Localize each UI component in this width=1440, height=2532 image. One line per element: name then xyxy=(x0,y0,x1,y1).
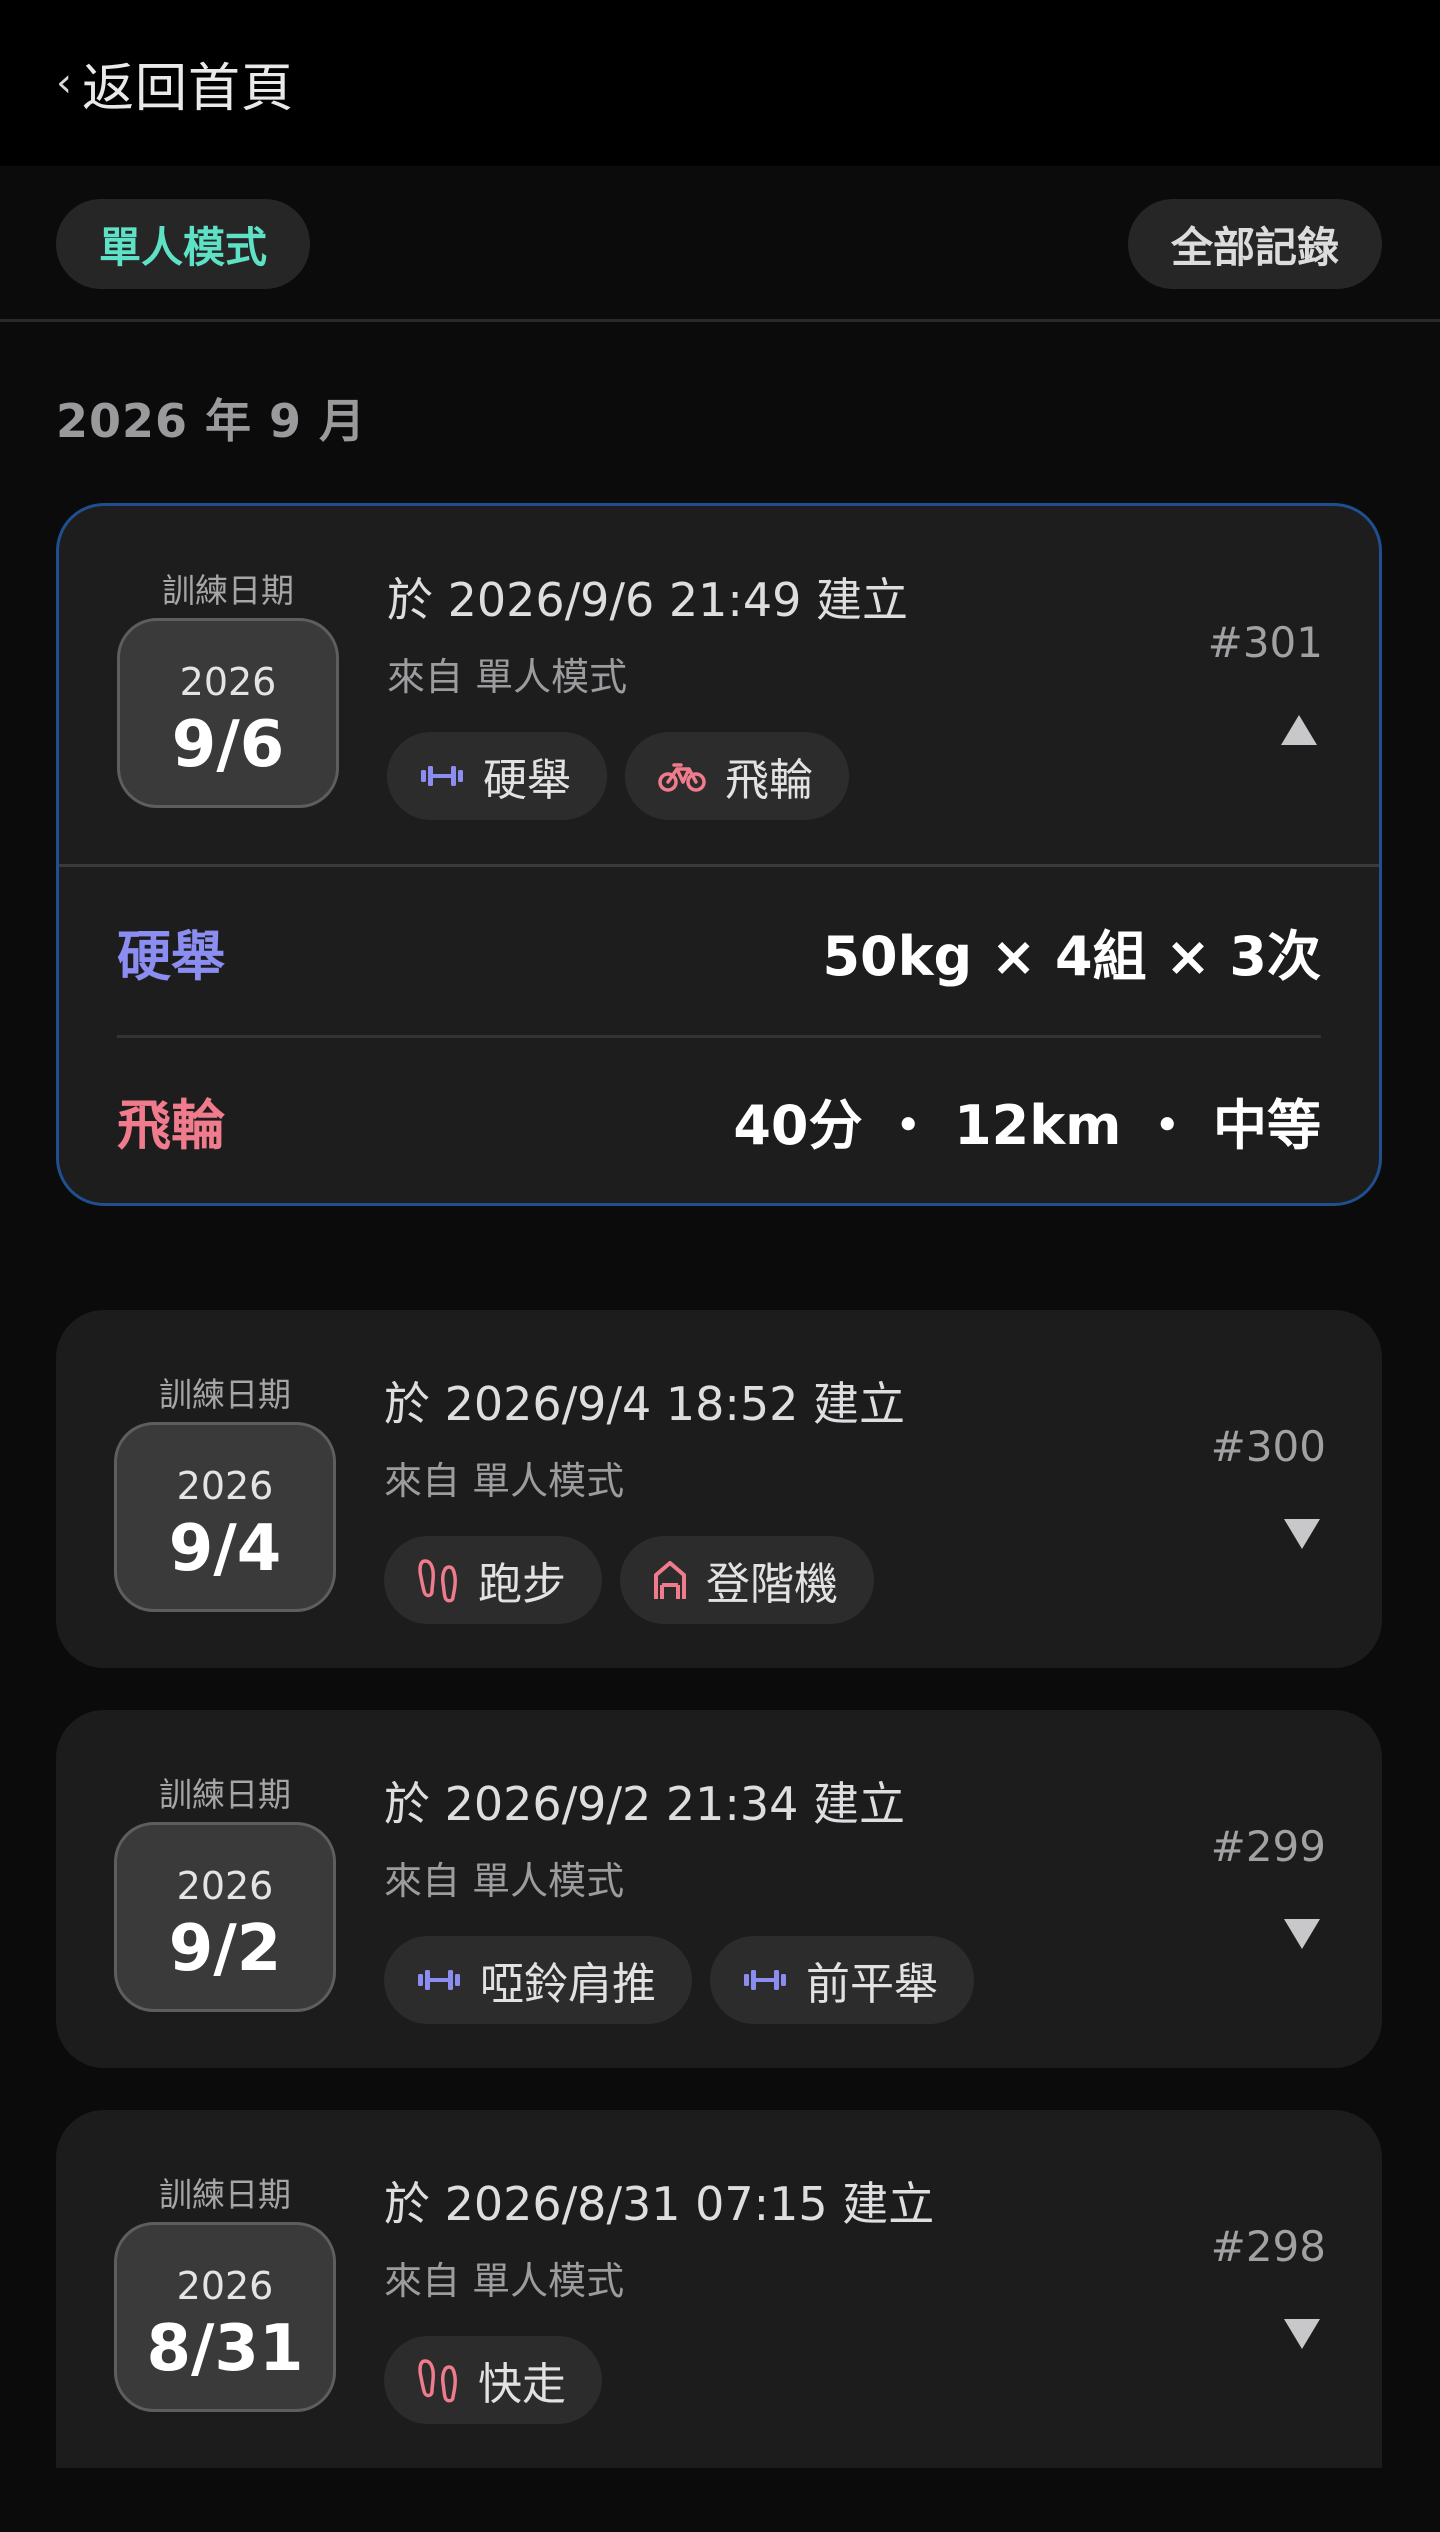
exercise-tag-label: 前平舉 xyxy=(806,1959,938,2010)
exercise-tags: 快走 xyxy=(384,2336,602,2424)
detail-row: 飛輪 40分 ・ 12km ・ 中等 xyxy=(117,1035,1321,1203)
exercise-tags: 硬舉 飛輪 xyxy=(387,732,849,820)
month-heading: 2026 年 9 月 xyxy=(56,394,367,448)
footprints-icon xyxy=(418,2359,457,2403)
record-id: #300 xyxy=(1210,1422,1326,1471)
exercise-tag-label: 飛輪 xyxy=(725,755,813,806)
expand-toggle-button[interactable] xyxy=(1278,1510,1326,1558)
detail-exercise-name: 硬舉 xyxy=(117,924,225,988)
stairs-icon xyxy=(654,1561,686,1599)
detail-row: 硬舉 50kg × 4組 × 3次 xyxy=(117,867,1321,1035)
triangle-down-icon xyxy=(1284,1519,1320,1549)
date-caption: 訓練日期 xyxy=(159,2175,291,2214)
detail-exercise-name: 飛輪 xyxy=(117,1094,225,1157)
record-source: 來自 單人模式 xyxy=(384,1459,625,1503)
date-year: 2026 xyxy=(179,660,277,704)
back-label: 返回首頁 xyxy=(82,58,295,119)
record-card[interactable]: 訓練日期 2026 8/31 於 2026/8/31 07:15 建立 來自 單… xyxy=(56,2110,1382,2468)
exercise-tag-label: 跑步 xyxy=(478,1559,566,1610)
exercise-tags: 啞鈴肩推 前平舉 xyxy=(384,1936,974,2024)
exercise-tags: 跑步 登階機 xyxy=(384,1536,874,1624)
date-badge: 2026 9/6 xyxy=(117,618,339,808)
date-day: 9/4 xyxy=(168,1512,282,1586)
expand-toggle-button[interactable] xyxy=(1278,2310,1326,2358)
date-caption: 訓練日期 xyxy=(162,571,294,610)
dumbbell-icon xyxy=(744,1970,786,1990)
dumbbell-icon xyxy=(418,1970,460,1990)
back-to-home-button[interactable]: ‹ 返回首頁 xyxy=(56,46,294,121)
exercise-tag-label: 登階機 xyxy=(706,1559,838,1610)
exercise-tag: 啞鈴肩推 xyxy=(384,1936,692,2024)
record-source: 來自 單人模式 xyxy=(387,655,628,699)
created-time: 於 2026/9/4 18:52 建立 xyxy=(384,1377,906,1431)
record-id: #301 xyxy=(1207,618,1323,667)
top-bar: ‹ 返回首頁 xyxy=(0,0,1440,166)
record-source: 來自 單人模式 xyxy=(384,2259,625,2303)
created-time: 於 2026/8/31 07:15 建立 xyxy=(384,2177,935,2231)
date-caption: 訓練日期 xyxy=(159,1775,291,1814)
exercise-tag: 跑步 xyxy=(384,1536,602,1624)
date-badge: 2026 8/31 xyxy=(114,2222,336,2412)
date-year: 2026 xyxy=(176,1464,274,1508)
triangle-down-icon xyxy=(1284,2319,1320,2349)
exercise-tag-label: 硬舉 xyxy=(483,755,571,806)
dumbbell-icon xyxy=(421,766,463,786)
created-time: 於 2026/9/6 21:49 建立 xyxy=(387,573,909,627)
footprints-icon xyxy=(418,1559,457,1603)
expand-toggle-button[interactable] xyxy=(1278,1910,1326,1958)
record-card[interactable]: 訓練日期 2026 9/2 於 2026/9/2 21:34 建立 來自 單人模… xyxy=(56,1710,1382,2068)
date-year: 2026 xyxy=(176,2264,274,2308)
created-time: 於 2026/9/2 21:34 建立 xyxy=(384,1777,906,1831)
chevron-left-icon: ‹ xyxy=(56,60,72,106)
date-day: 8/31 xyxy=(146,2312,304,2386)
record-card[interactable]: 訓練日期 2026 9/4 於 2026/9/4 18:52 建立 來自 單人模… xyxy=(56,1310,1382,1668)
record-id: #299 xyxy=(1210,1822,1326,1871)
record-source: 來自 單人模式 xyxy=(384,1859,625,1903)
date-day: 9/2 xyxy=(168,1912,282,1986)
mode-bar: 單人模式 全部記錄 xyxy=(0,166,1440,322)
exercise-tag: 前平舉 xyxy=(710,1936,974,2024)
exercise-tag-label: 啞鈴肩推 xyxy=(480,1959,656,2010)
date-badge: 2026 9/4 xyxy=(114,1422,336,1612)
record-id: #298 xyxy=(1210,2222,1326,2271)
date-year: 2026 xyxy=(176,1864,274,1908)
exercise-tag: 硬舉 xyxy=(387,732,607,820)
date-badge: 2026 9/2 xyxy=(114,1822,336,2012)
exercise-tag: 快走 xyxy=(384,2336,602,2424)
detail-exercise-value: 40分 ・ 12km ・ 中等 xyxy=(733,1094,1321,1157)
single-mode-button[interactable]: 單人模式 xyxy=(56,199,310,289)
collapse-toggle-button[interactable] xyxy=(1275,706,1323,754)
bike-icon xyxy=(658,763,706,792)
triangle-up-icon xyxy=(1281,715,1317,745)
exercise-tag-label: 快走 xyxy=(478,2359,566,2410)
all-records-button[interactable]: 全部記錄 xyxy=(1128,199,1382,289)
date-day: 9/6 xyxy=(171,708,285,782)
detail-exercise-value: 50kg × 4組 × 3次 xyxy=(822,924,1321,988)
date-caption: 訓練日期 xyxy=(159,1375,291,1414)
exercise-tag: 飛輪 xyxy=(625,732,849,820)
record-card[interactable]: 訓練日期 2026 9/6 於 2026/9/6 21:49 建立 來自 單人模… xyxy=(56,503,1382,1206)
triangle-down-icon xyxy=(1284,1919,1320,1949)
record-details: 硬舉 50kg × 4組 × 3次 飛輪 40分 ・ 12km ・ 中等 xyxy=(59,864,1379,1203)
exercise-tag: 登階機 xyxy=(620,1536,874,1624)
